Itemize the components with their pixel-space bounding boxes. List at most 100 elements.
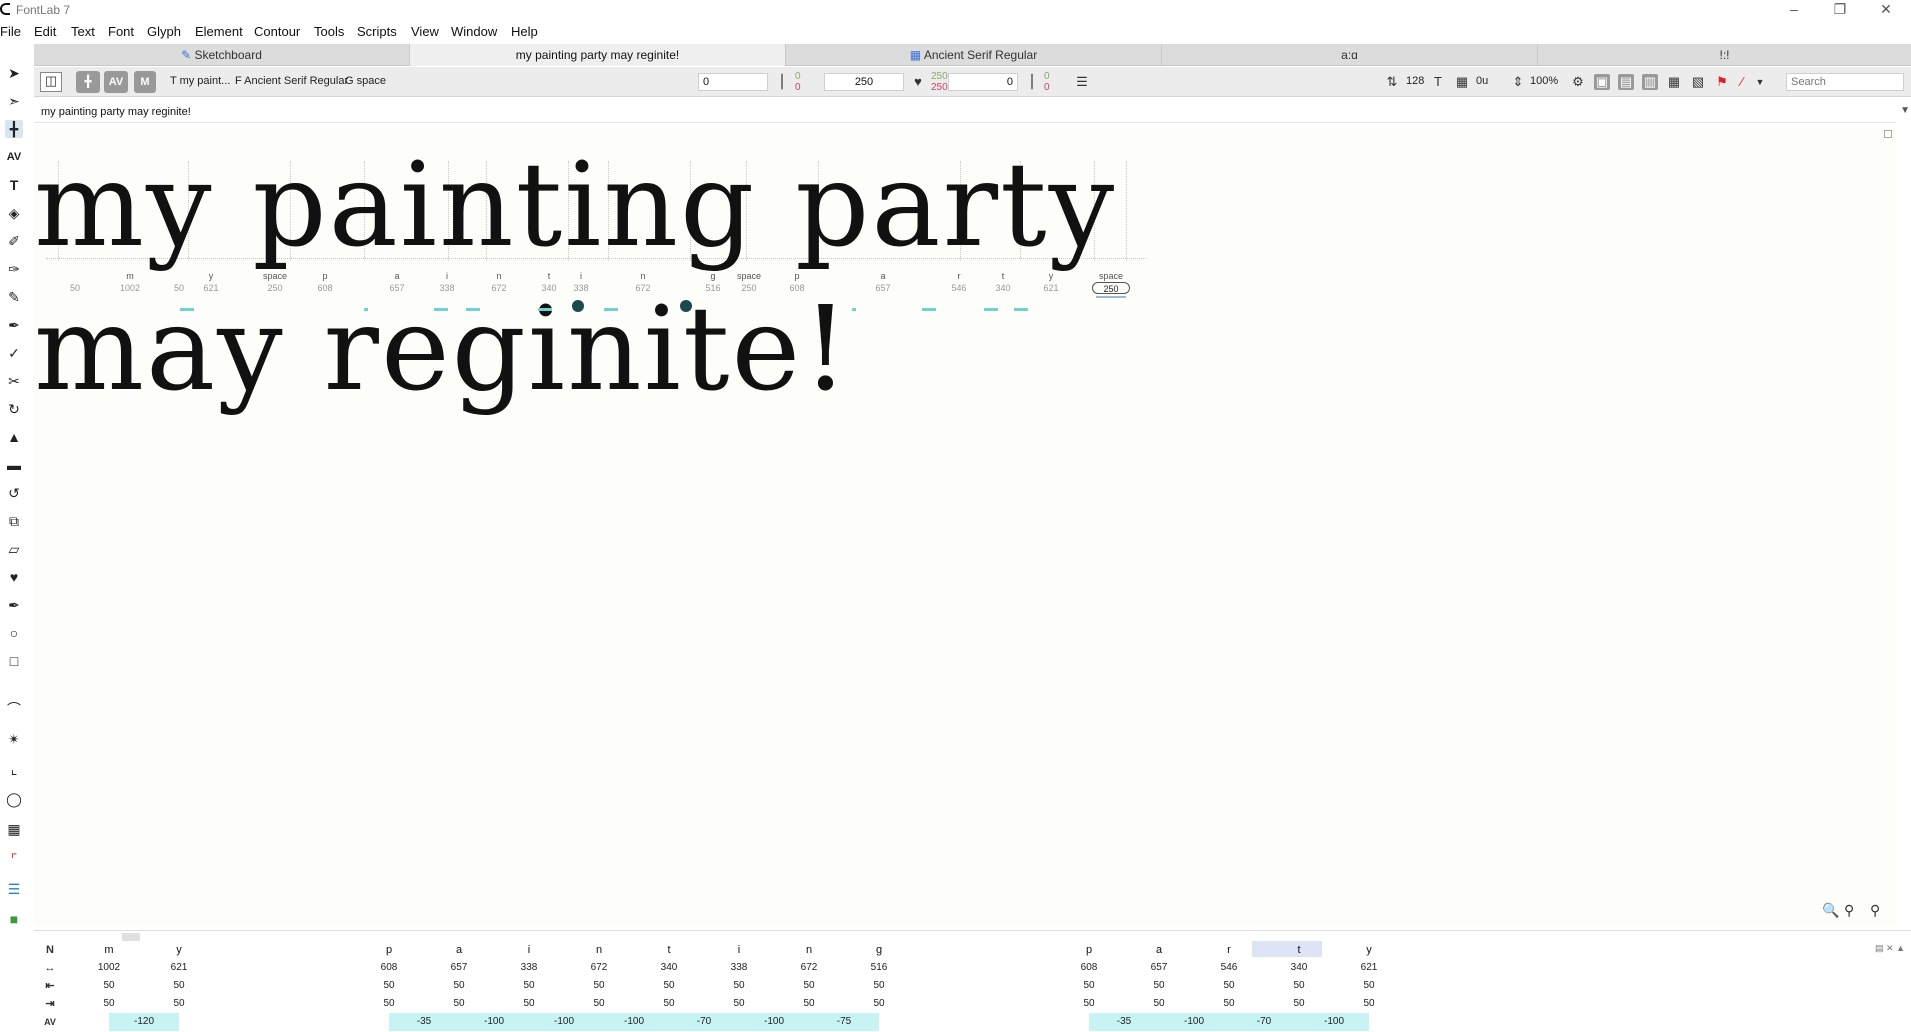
scale-icon[interactable]: ⧉ [5, 512, 23, 530]
kerning-marker[interactable] [984, 308, 998, 311]
kerning-marker[interactable] [1014, 308, 1028, 311]
text-name-label[interactable]: T my paint... [170, 75, 230, 87]
metric-cell[interactable]: m 1002 [110, 270, 150, 294]
table-cell-rsb[interactable]: 50 [1334, 995, 1404, 1013]
table-cell-width[interactable]: 608 [354, 959, 424, 977]
preview-icon[interactable]: ▧ [1690, 74, 1706, 90]
table-cell-kerning[interactable]: -35 [389, 1013, 459, 1031]
table-cell-width[interactable]: 657 [1124, 959, 1194, 977]
table-cell-kerning[interactable] [1019, 1013, 1089, 1031]
units-icon[interactable]: ▦ [1454, 74, 1470, 90]
sidebar-toggle-icon[interactable]: ◫ [40, 72, 62, 92]
table-cell-width[interactable]: 621 [144, 959, 214, 977]
table-cell-width[interactable] [984, 959, 1054, 977]
contour-select-icon[interactable]: ➤ [5, 64, 23, 82]
ellipse-icon[interactable]: ○ [5, 624, 23, 642]
metric-cell[interactable]: y 621 [1036, 270, 1066, 294]
table-cell-glyph[interactable] [214, 941, 284, 959]
metric-cell[interactable]: space 250 [258, 270, 292, 294]
metric-cell[interactable]: n 672 [482, 270, 516, 294]
pen-icon[interactable]: ✑ [5, 260, 23, 278]
panel-controls[interactable]: ▤ ✕ ▲ [1875, 943, 1905, 954]
table-cell-width[interactable]: 338 [704, 959, 774, 977]
kerning-marker[interactable] [852, 308, 856, 311]
table-cell-kerning[interactable] [249, 1013, 319, 1031]
table-cell-kerning[interactable]: -100 [599, 1013, 669, 1031]
table-cell-lsb[interactable]: 50 [1194, 977, 1264, 995]
menu-help[interactable]: Help [511, 22, 546, 42]
table-cell-lsb[interactable] [214, 977, 284, 995]
fountain-pen-icon[interactable]: ✓ [5, 344, 23, 362]
menu-view[interactable]: View [411, 22, 447, 42]
metric-cell[interactable]: p 608 [780, 270, 814, 294]
heart-icon[interactable]: ♥ [5, 568, 23, 586]
table-cell-width[interactable]: 1002 [74, 959, 144, 977]
table-cell-rsb[interactable]: 50 [704, 995, 774, 1013]
table-cell-glyph[interactable]: p [354, 941, 424, 959]
metric-cell[interactable]: 50 [167, 270, 191, 294]
table-cell-glyph[interactable]: a [424, 941, 494, 959]
table-cell-width[interactable]: 546 [1194, 959, 1264, 977]
table-cell-glyph[interactable]: n [774, 941, 844, 959]
table-cell-rsb[interactable]: 50 [774, 995, 844, 1013]
kerning-marker[interactable] [466, 308, 480, 311]
table-cell-rsb[interactable]: 50 [354, 995, 424, 1013]
menu-glyph[interactable]: Glyph [147, 22, 189, 42]
menu-scripts[interactable]: Scripts [357, 22, 405, 42]
table-cell-lsb[interactable]: 50 [634, 977, 704, 995]
chevron-down-icon[interactable]: ▼ [1900, 105, 1910, 116]
table-cell-rsb[interactable]: 50 [424, 995, 494, 1013]
table-cell-lsb[interactable] [284, 977, 354, 995]
kerning-marker[interactable] [364, 308, 368, 311]
text-tool-icon[interactable]: T [5, 176, 23, 194]
table-cell-glyph[interactable]: r [1194, 941, 1264, 959]
table-cell-kerning[interactable]: -100 [529, 1013, 599, 1031]
menu-tools[interactable]: Tools [314, 22, 352, 42]
table-cell-rsb[interactable]: 50 [634, 995, 704, 1013]
table-cell-width[interactable]: 672 [774, 959, 844, 977]
table-cell-lsb[interactable]: 50 [354, 977, 424, 995]
table-cell-kerning[interactable]: -100 [459, 1013, 529, 1031]
table-cell-rsb[interactable]: 50 [1194, 995, 1264, 1013]
table-cell-glyph[interactable] [984, 941, 1054, 959]
table-cell-rsb[interactable] [284, 995, 354, 1013]
rotate-icon[interactable]: ↺ [5, 484, 23, 502]
close-icon[interactable]: ✕ [1863, 0, 1909, 20]
view-mode-1-icon[interactable]: ▣ [1594, 74, 1610, 90]
table-cell-glyph[interactable]: i [494, 941, 564, 959]
table-cell-width[interactable]: 340 [1264, 959, 1334, 977]
font-name-label[interactable]: F Ancient Serif Regular [235, 75, 348, 87]
metric-cell[interactable]: p 608 [308, 270, 342, 294]
metric-cell[interactable]: t 340 [534, 270, 564, 294]
table-cell-width[interactable] [284, 959, 354, 977]
alignment-icon[interactable]: ☰ [5, 880, 23, 898]
component-icon[interactable]: ■ [5, 910, 23, 928]
tab-glyph-exclam[interactable]: !:! [1538, 44, 1911, 66]
table-cell-width[interactable]: 657 [424, 959, 494, 977]
chevron-down-icon[interactable]: ▼ [1752, 74, 1768, 90]
metric-cell[interactable]: r 546 [942, 270, 976, 294]
menu-file[interactable]: File [0, 22, 29, 42]
menu-contour[interactable]: Contour [254, 22, 308, 42]
table-cell-kerning[interactable]: -100 [739, 1013, 809, 1031]
table-cell-kerning[interactable]: -100 [1159, 1013, 1229, 1031]
metric-cell[interactable]: a 657 [866, 270, 900, 294]
rectangle-icon[interactable]: □ [5, 652, 23, 670]
table-cell-glyph[interactable]: n [564, 941, 634, 959]
corner-icon[interactable]: ⌞ [5, 760, 23, 778]
table-cell-glyph[interactable]: a [1124, 941, 1194, 959]
text-string-value[interactable]: my painting party may reginite! [41, 106, 191, 118]
table-cell-width[interactable]: 338 [494, 959, 564, 977]
table-cell-lsb[interactable]: 50 [1124, 977, 1194, 995]
restore-icon[interactable]: ❐ [1817, 0, 1863, 20]
table-cell-width[interactable]: 621 [1334, 959, 1404, 977]
table-cell-rsb[interactable] [914, 995, 984, 1013]
kerning-node[interactable] [680, 300, 692, 312]
table-cell-width[interactable] [214, 959, 284, 977]
spiral-icon[interactable]: ↻ [5, 400, 23, 418]
table-cell-lsb[interactable]: 50 [844, 977, 914, 995]
font-size-icon[interactable]: ⇅ [1384, 74, 1400, 90]
metrics-tool-icon[interactable]: ╋ [5, 120, 23, 138]
table-cell-kerning[interactable]: -70 [669, 1013, 739, 1031]
metric-cell[interactable]: t 340 [988, 270, 1018, 294]
